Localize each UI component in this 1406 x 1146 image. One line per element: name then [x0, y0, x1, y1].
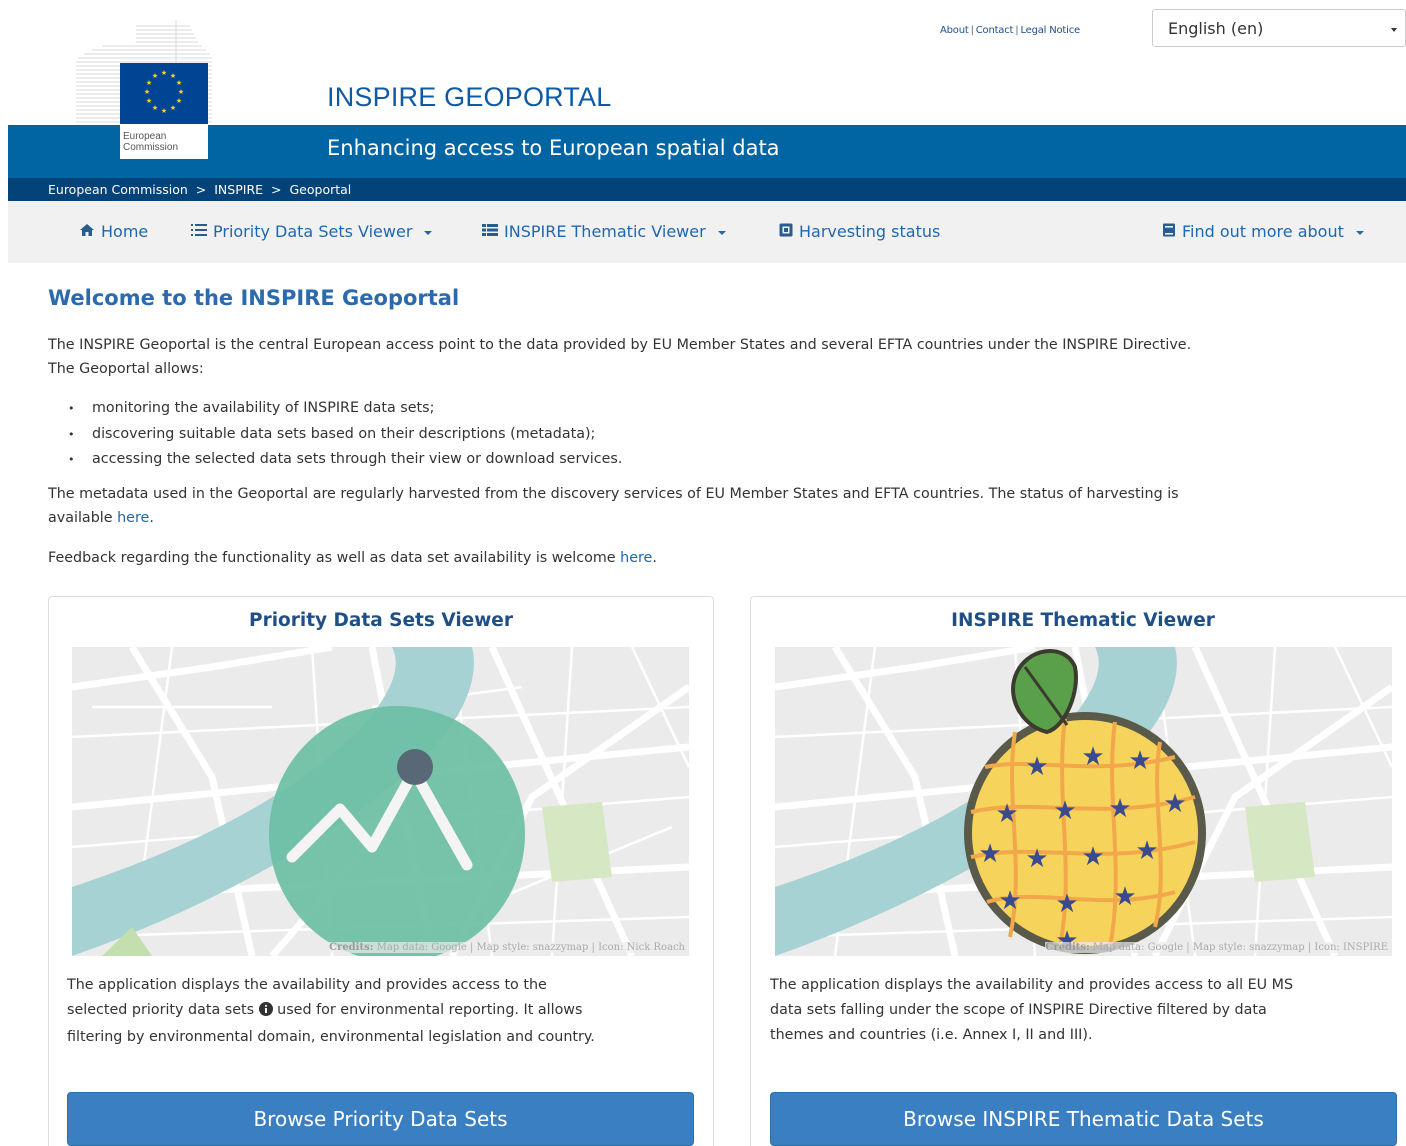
svg-text:★: ★ [995, 799, 1018, 829]
page-title: Welcome to the INSPIRE Geoportal [48, 286, 460, 310]
svg-text:★: ★ [161, 107, 167, 115]
intro-line: The INSPIRE Geoportal is the central Eur… [48, 337, 1192, 353]
nav-find-out-more[interactable]: Find out more about [1162, 222, 1364, 241]
nav-more-label: Find out more about [1182, 222, 1344, 241]
info-icon[interactable] [258, 1000, 273, 1025]
legal-notice-link[interactable]: Legal Notice [1020, 25, 1080, 36]
nav-home-label: Home [101, 222, 149, 241]
svg-text:★: ★ [152, 72, 158, 80]
feedback-paragraph: Feedback regarding the functionality as … [48, 550, 657, 566]
status-icon [779, 223, 793, 241]
list-item: accessing the selected data sets through… [72, 447, 622, 473]
desc-line: themes and countries (i.e. Annex I, II a… [770, 1027, 1093, 1043]
breadcrumb-separator: > [195, 182, 207, 197]
priority-card-title[interactable]: Priority Data Sets Viewer [48, 610, 714, 631]
desc-line: filtering by environmental domain, envir… [67, 1029, 595, 1045]
ec-logo[interactable]: ★ ★ ★ ★ ★ ★ ★ ★ ★ ★ ★ ★ European Commission [76, 20, 212, 162]
book-icon [1162, 223, 1176, 241]
desc-line: data sets falling under the scope of INS… [770, 1002, 1267, 1018]
nav-priority-viewer[interactable]: Priority Data Sets Viewer [191, 222, 433, 241]
svg-text:★: ★ [1128, 746, 1151, 776]
chevron-down-icon [1391, 28, 1397, 32]
feedback-text: Feedback regarding the functionality as … [48, 550, 616, 566]
priority-card-description: The application displays the availabilit… [67, 973, 707, 1050]
nav-harvesting-label: Harvesting status [799, 222, 941, 241]
nav-thematic-viewer[interactable]: INSPIRE Thematic Viewer [482, 222, 726, 241]
svg-text:★: ★ [178, 88, 184, 96]
harvest-line: The metadata used in the Geoportal are r… [48, 486, 1179, 502]
nav-thematic-label: INSPIRE Thematic Viewer [504, 222, 706, 241]
intro-paragraph: The INSPIRE Geoportal is the central Eur… [48, 333, 1191, 381]
svg-text:Commission: Commission [123, 142, 178, 153]
site-subtitle: Enhancing access to European spatial dat… [327, 136, 780, 160]
credits-text: Map data: Google | Map style: snazzymap … [1092, 942, 1388, 953]
breadcrumb-separator: > [271, 182, 282, 197]
feature-list: monitoring the availability of INSPIRE d… [72, 396, 622, 473]
credits-label: Credits: [1045, 942, 1090, 953]
browse-priority-button[interactable]: Browse Priority Data Sets [67, 1092, 694, 1146]
svg-text:★: ★ [1055, 889, 1078, 919]
map-credits: Credits: Map data: Google | Map style: s… [1045, 942, 1388, 953]
credits-text: Map data: Google | Map style: snazzymap … [376, 942, 685, 953]
svg-text:★: ★ [1113, 882, 1136, 912]
breadcrumb-item[interactable]: European Commission [48, 182, 188, 197]
thematic-map-image[interactable]: ★ ★ ★ ★ ★ ★ ★ ★ ★ ★ ★ ★ ★ ★ ★ Credits: Map data: G… [775, 647, 1392, 956]
language-select[interactable]: English (en) [1152, 9, 1406, 47]
svg-text:★: ★ [1025, 752, 1048, 782]
map-credits: Credits: Map data: Google | Map style: s… [329, 942, 685, 953]
svg-text:★: ★ [152, 104, 158, 112]
list-icon [191, 223, 207, 241]
svg-text:★: ★ [1053, 796, 1076, 826]
priority-map-image[interactable]: Credits: Map data: Google | Map style: s… [72, 647, 689, 956]
harvest-line-2: available [48, 510, 113, 526]
svg-text:★: ★ [144, 88, 150, 96]
svg-text:European: European [123, 131, 166, 142]
svg-text:★: ★ [170, 104, 176, 112]
home-icon [79, 223, 95, 241]
desc-line: selected priority data sets [67, 1002, 255, 1018]
breadcrumb: European Commission > INSPIRE > Geoporta… [48, 182, 355, 197]
list-item: monitoring the availability of INSPIRE d… [72, 396, 622, 422]
browse-thematic-button[interactable]: Browse INSPIRE Thematic Data Sets [770, 1092, 1397, 1146]
nav-priority-label: Priority Data Sets Viewer [213, 222, 413, 241]
svg-text:★: ★ [176, 79, 182, 87]
contact-link[interactable]: Contact [976, 25, 1014, 36]
nav-home[interactable]: Home [79, 222, 148, 241]
breadcrumb-item[interactable]: Geoportal [289, 182, 351, 197]
list-item: discovering suitable data sets based on … [72, 422, 622, 448]
svg-text:★: ★ [146, 97, 152, 105]
site-title: INSPIRE GEOPORTAL [327, 82, 612, 112]
desc-line: The application displays the availabilit… [67, 977, 547, 993]
about-link[interactable]: About [940, 25, 969, 36]
harvest-paragraph: The metadata used in the Geoportal are r… [48, 482, 1179, 530]
svg-text:★: ★ [1081, 842, 1104, 872]
top-links: About | Contact | Legal Notice [940, 25, 1080, 36]
breadcrumb-item[interactable]: INSPIRE [214, 182, 263, 197]
nav-harvesting-status[interactable]: Harvesting status [779, 222, 940, 241]
svg-text:★: ★ [1163, 789, 1186, 819]
caret-down-icon [1355, 230, 1364, 235]
desc-line: The application displays the availabilit… [770, 977, 1294, 993]
thematic-card-title[interactable]: INSPIRE Thematic Viewer [750, 610, 1406, 631]
language-select-value: English (en) [1168, 19, 1264, 38]
svg-text:★: ★ [978, 839, 1001, 869]
svg-text:★: ★ [1025, 844, 1048, 874]
feedback-here-link[interactable]: here [620, 550, 652, 566]
svg-text:★: ★ [1108, 794, 1131, 824]
svg-text:★: ★ [146, 79, 152, 87]
svg-text:★: ★ [1135, 836, 1158, 866]
harvest-here-link[interactable]: here [117, 510, 149, 526]
svg-text:★: ★ [161, 69, 167, 77]
intro-line: The Geoportal allows: [48, 361, 204, 377]
caret-down-icon [717, 230, 726, 235]
svg-text:★: ★ [1081, 742, 1104, 772]
desc-line: used for environmental reporting. It all… [277, 1002, 583, 1018]
svg-text:★: ★ [176, 97, 182, 105]
svg-text:★: ★ [998, 886, 1021, 916]
caret-down-icon [424, 230, 433, 235]
table-list-icon [482, 223, 498, 241]
credits-label: Credits: [329, 942, 374, 953]
thematic-card-description: The application displays the availabilit… [770, 973, 1400, 1048]
